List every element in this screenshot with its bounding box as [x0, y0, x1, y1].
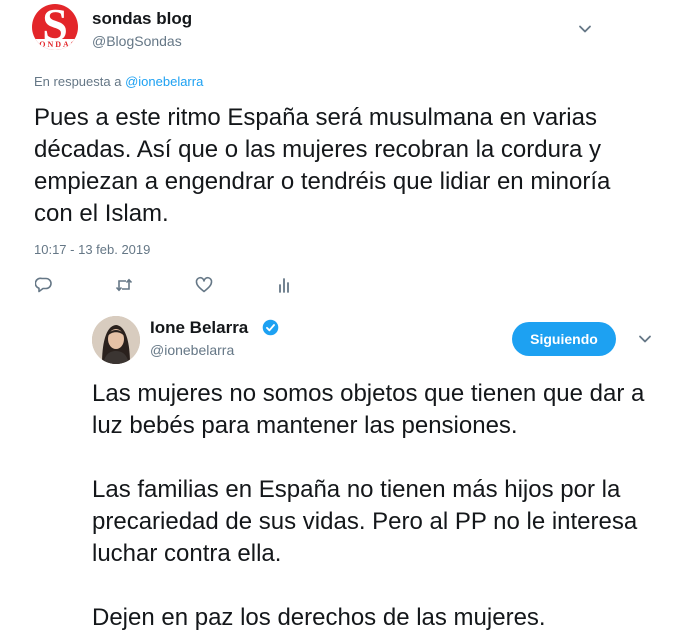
author-name[interactable]: Ione Belarra	[150, 318, 248, 338]
tweet-text: Las mujeres no somos objetos que tienen …	[92, 378, 672, 634]
reply-prefix: En respuesta a	[34, 74, 122, 89]
tweet-paragraph: Las mujeres no somos objetos que tienen …	[92, 380, 645, 439]
author-handle[interactable]: @ionebelarra	[150, 342, 234, 358]
author-name[interactable]: sondas blog	[92, 9, 192, 29]
analytics-icon[interactable]	[276, 276, 294, 294]
reply-context: En respuesta a @ionebelarra	[34, 74, 203, 89]
avatar-logo-caption: SONDAS	[32, 39, 78, 50]
reply-icon[interactable]	[35, 276, 53, 294]
following-button[interactable]: Siguiendo	[512, 322, 616, 356]
tweet-text: Pues a este ritmo España será musulmana …	[34, 104, 611, 227]
chevron-down-icon[interactable]	[638, 332, 652, 346]
tweet-paragraph: Las familias en España no tienen más hij…	[92, 476, 638, 567]
tweet-paragraph: Dejen en paz los derechos de las mujeres…	[92, 604, 546, 631]
reply-mention-link[interactable]: @ionebelarra	[125, 74, 203, 89]
author-handle[interactable]: @BlogSondas	[92, 33, 182, 49]
tweet-timestamp[interactable]: 10:17 - 13 feb. 2019	[34, 242, 150, 257]
like-icon[interactable]	[195, 276, 213, 294]
chevron-down-icon[interactable]	[578, 22, 592, 36]
avatar-sondas[interactable]: S SONDAS	[32, 4, 78, 50]
verified-icon	[262, 319, 279, 336]
retweet-icon[interactable]	[115, 276, 133, 294]
avatar-ione-belarra[interactable]	[92, 316, 140, 364]
